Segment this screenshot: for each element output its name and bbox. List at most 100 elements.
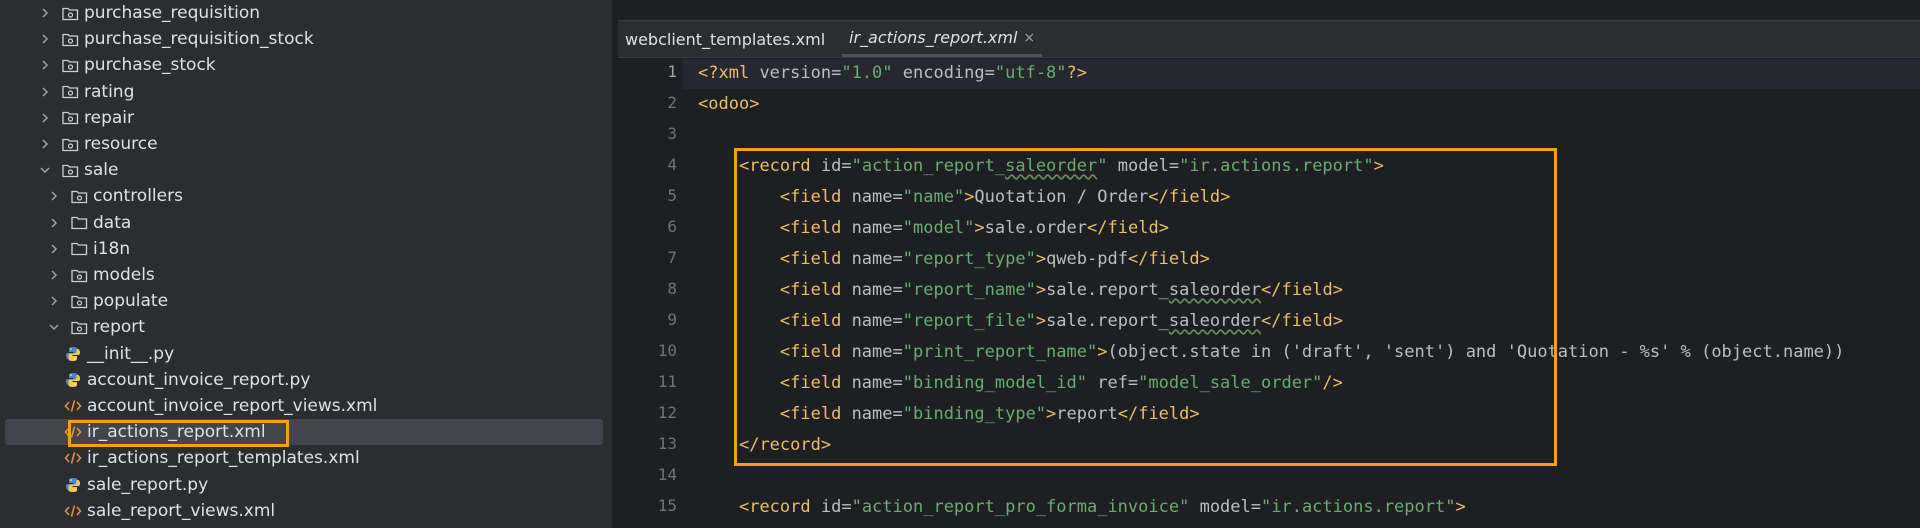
- line-number: 12: [657, 403, 677, 422]
- code-token: "ir.actions.report": [1261, 497, 1456, 517]
- chevron-right-icon[interactable]: [39, 112, 51, 124]
- tree-item-purchase-requisition-stock[interactable]: purchase_requisition_stock: [5, 26, 603, 52]
- code-line: <field name="binding_type">report</field…: [698, 399, 1200, 430]
- chevron-right-icon[interactable]: [39, 33, 51, 45]
- chevron-right-icon[interactable]: [48, 190, 60, 202]
- code-token: >: [820, 435, 832, 455]
- code-token: field: [1148, 249, 1200, 269]
- line-number-gutter: 1 2 3 4 5 6 7 8 9 10 11 12 13 14 15: [618, 58, 683, 528]
- code-token: <: [738, 497, 750, 517]
- code-token: "model": [902, 218, 975, 238]
- code-token: model=: [1107, 156, 1180, 176]
- tree-item-ir-actions-report-templates-xml[interactable]: ir_actions_report_templates.xml: [5, 445, 603, 471]
- tree-item-label: purchase_stock: [84, 55, 216, 76]
- tree-item-init-py[interactable]: __init__.py: [5, 341, 603, 367]
- code-token: "binding_type": [902, 404, 1047, 424]
- tree-item-models[interactable]: models: [5, 262, 603, 288]
- code-token: name=: [851, 342, 903, 362]
- code-token: <: [779, 404, 791, 424]
- code-token: report: [1056, 404, 1118, 424]
- tab-label: webclient_templates.xml: [625, 29, 826, 49]
- chevron-right-icon[interactable]: [39, 59, 51, 71]
- tree-item-sale[interactable]: sale: [5, 157, 603, 183]
- code-token: version=: [759, 63, 842, 83]
- tree-item-repair[interactable]: repair: [5, 105, 603, 131]
- folder-icon: [70, 215, 88, 231]
- code-token: >: [1332, 311, 1343, 331]
- tab-ir-actions-report[interactable]: ir_actions_report.xml ×: [842, 21, 1043, 57]
- code-token: "print_report_name": [902, 342, 1098, 362]
- code-token: "report_name": [902, 280, 1036, 300]
- chevron-right-icon[interactable]: [39, 138, 51, 150]
- line-number: 13: [657, 434, 677, 453]
- chevron-right-icon[interactable]: [48, 217, 60, 229]
- code-line: <?xml version="1.0" encoding="utf-8"?>: [698, 58, 1087, 89]
- code-token: ref=: [1086, 373, 1139, 393]
- code-token: field: [790, 311, 852, 331]
- chevron-right-icon[interactable]: [39, 86, 51, 98]
- chevron-right-icon[interactable]: [48, 295, 60, 307]
- tree-item-controllers[interactable]: controllers: [5, 183, 603, 209]
- tree-item-account-invoice-report-py[interactable]: account_invoice_report.py: [5, 367, 603, 393]
- code-token: >: [1035, 249, 1047, 269]
- code-token: (object.state in ('draft', 'sent') and '…: [1107, 342, 1845, 362]
- line-number: 11: [657, 372, 677, 391]
- package-folder-icon: [70, 293, 88, 309]
- chevron-down-icon[interactable]: [39, 164, 51, 176]
- tree-item-label: account_invoice_report.py: [87, 369, 311, 390]
- code-token: <?: [698, 63, 719, 83]
- tree-item-sale-report-views-xml[interactable]: sale_report_views.xml: [5, 498, 603, 524]
- chevron-right-icon[interactable]: [48, 269, 60, 281]
- tree-item-purchase-requisition[interactable]: purchase_requisition: [5, 0, 603, 26]
- code-line: <record id="action_report_pro_forma_invo…: [698, 492, 1466, 523]
- chevron-down-icon[interactable]: [48, 321, 60, 333]
- tree-item-sale-report-py[interactable]: sale_report.py: [5, 472, 603, 498]
- chevron-right-icon[interactable]: [48, 243, 60, 255]
- line-number: 14: [657, 465, 677, 484]
- tree-item-populate[interactable]: populate: [5, 288, 603, 314]
- close-icon[interactable]: ×: [1023, 30, 1035, 46]
- tree-item-label: controllers: [93, 186, 183, 207]
- tree-item-report[interactable]: report: [5, 314, 603, 340]
- folder-icon: [70, 241, 88, 257]
- tree-item-account-invoice-report-views-xml[interactable]: account_invoice_report_views.xml: [5, 393, 603, 419]
- tree-item-rating[interactable]: rating: [5, 79, 603, 105]
- tree-item-label: i18n: [93, 238, 131, 259]
- code-token: field: [790, 373, 852, 393]
- code-token: saleorder: [1168, 311, 1262, 331]
- code-token: <: [738, 156, 750, 176]
- code-token: model=: [1189, 497, 1261, 517]
- code-token: <: [779, 218, 791, 238]
- code-token: record: [749, 156, 821, 176]
- tree-item-i18n[interactable]: i18n: [5, 236, 603, 262]
- code-token: field: [790, 218, 852, 238]
- code-token: sale.report_: [1046, 311, 1169, 331]
- code-view[interactable]: <?xml version="1.0" encoding="utf-8"?> <o…: [683, 58, 1920, 528]
- line-number: 9: [667, 310, 677, 329]
- tree-item-resource[interactable]: resource: [5, 131, 603, 157]
- code-token: </: [1087, 218, 1108, 238]
- package-folder-icon: [61, 110, 79, 126]
- tree-item-data[interactable]: data: [5, 210, 603, 236]
- tree-item-ir-actions-report-xml[interactable]: ir_actions_report.xml: [5, 419, 603, 446]
- tab-webclient-templates[interactable]: webclient_templates.xml: [618, 21, 832, 57]
- code-token: name=: [851, 280, 903, 300]
- code-token: />: [1322, 373, 1343, 393]
- code-token: "binding_model_id": [902, 373, 1087, 393]
- code-token: id=: [820, 497, 852, 517]
- code-token: </: [1261, 280, 1282, 300]
- code-token: >: [749, 94, 760, 114]
- tree-item-label: sale_report_views.xml: [87, 500, 276, 521]
- tree-item-purchase-stock[interactable]: purchase_stock: [5, 52, 603, 78]
- line-number: 2: [667, 93, 677, 112]
- chevron-right-icon[interactable]: [39, 7, 51, 19]
- code-token: ?>: [1066, 63, 1088, 83]
- code-token: "report_file": [902, 311, 1036, 331]
